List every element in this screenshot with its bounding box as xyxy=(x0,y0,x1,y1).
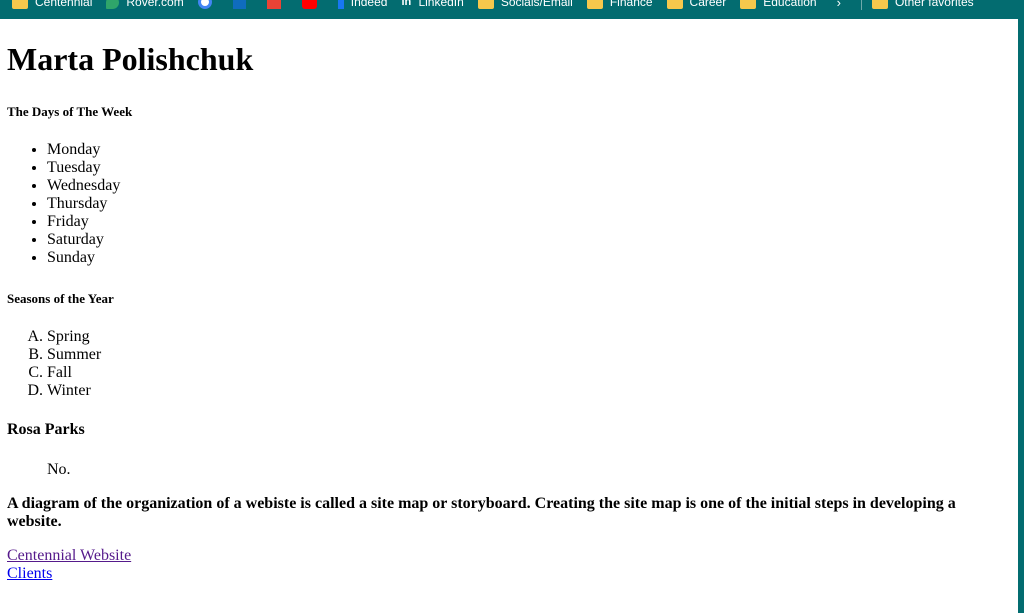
list-item: Spring xyxy=(47,328,1007,346)
centennial-website-link[interactable]: Centennial Website xyxy=(7,547,1007,565)
favorites-divider xyxy=(860,0,862,10)
list-item: Wednesday xyxy=(47,177,1007,195)
favorite-label: Education xyxy=(763,0,817,9)
page-content: Marta Polishchuk The Days of The Week Mo… xyxy=(7,19,1007,583)
folder-icon xyxy=(477,0,494,9)
favorite-label: Career xyxy=(689,0,727,9)
facebook-icon xyxy=(337,0,344,9)
youtube-icon xyxy=(301,0,317,9)
list-item: Saturday xyxy=(47,231,1007,249)
site-map-paragraph: A diagram of the organization of a webis… xyxy=(7,495,956,530)
other-favorites-label: Other favorites xyxy=(894,0,974,9)
person-heading: Rosa Parks xyxy=(7,421,85,438)
list-item: Monday xyxy=(47,141,1007,159)
folder-icon xyxy=(12,0,28,9)
favorite-indeed[interactable]: Indeed xyxy=(337,0,388,9)
favorite-label: Rover.com xyxy=(126,0,184,9)
favorite-education[interactable]: Education xyxy=(740,0,817,9)
google-icon xyxy=(197,0,212,9)
favorites-items: Centennial Rover.com Indeed in LinkedIn … xyxy=(12,0,988,12)
list-item: Sunday xyxy=(47,249,1007,267)
list-item: Fall xyxy=(47,364,1007,382)
favorite-label: Socials/Email xyxy=(500,0,573,9)
list-item: Thursday xyxy=(47,195,1007,213)
clients-link[interactable]: Clients xyxy=(7,565,1007,583)
links-section: Centennial Website Clients xyxy=(7,547,1007,583)
favorite-label: Finance xyxy=(609,0,653,9)
favorite-label: Centennial xyxy=(35,0,93,9)
page-title: Marta Polishchuk xyxy=(7,41,254,77)
favorite-centennial[interactable]: Centennial xyxy=(12,0,92,9)
rover-icon xyxy=(106,0,120,9)
folder-icon xyxy=(740,0,757,9)
linkedin-icon: in xyxy=(401,0,412,8)
person-quote: No. xyxy=(47,461,71,478)
favorite-finance[interactable]: Finance xyxy=(586,0,653,9)
favorite-socials-email[interactable]: Socials/Email xyxy=(477,0,573,9)
chevron-right-icon[interactable]: › xyxy=(837,0,841,10)
favorite-label: LinkedIn xyxy=(418,0,464,9)
favorite-google[interactable] xyxy=(197,0,219,9)
seasons-heading: Seasons of the Year xyxy=(7,291,114,306)
folder-icon xyxy=(871,0,888,9)
window-edge xyxy=(1018,0,1024,613)
favorite-gmail[interactable] xyxy=(266,0,288,9)
list-item: Tuesday xyxy=(47,159,1007,177)
seasons-list: Spring Summer Fall Winter xyxy=(7,328,1007,400)
folder-icon xyxy=(666,0,683,9)
list-item: Summer xyxy=(47,346,1007,364)
favorite-rover[interactable]: Rover.com xyxy=(106,0,184,9)
days-list: Monday Tuesday Wednesday Thursday Friday… xyxy=(7,141,1007,267)
favorite-outlook[interactable] xyxy=(232,0,253,9)
gmail-icon xyxy=(266,0,281,9)
days-heading: The Days of The Week xyxy=(7,104,133,119)
favorite-other-favorites[interactable]: Other favorites xyxy=(871,0,974,9)
favorites-bar: Centennial Rover.com Indeed in LinkedIn … xyxy=(0,0,1024,19)
list-item: Winter xyxy=(47,382,1007,400)
outlook-icon xyxy=(232,0,246,9)
favorite-youtube[interactable] xyxy=(301,0,324,9)
list-item: Friday xyxy=(47,213,1007,231)
favorite-linkedin[interactable]: in LinkedIn xyxy=(401,0,463,9)
favorite-career[interactable]: Career xyxy=(666,0,727,9)
favorite-label: Indeed xyxy=(350,0,388,9)
folder-icon xyxy=(586,0,603,9)
